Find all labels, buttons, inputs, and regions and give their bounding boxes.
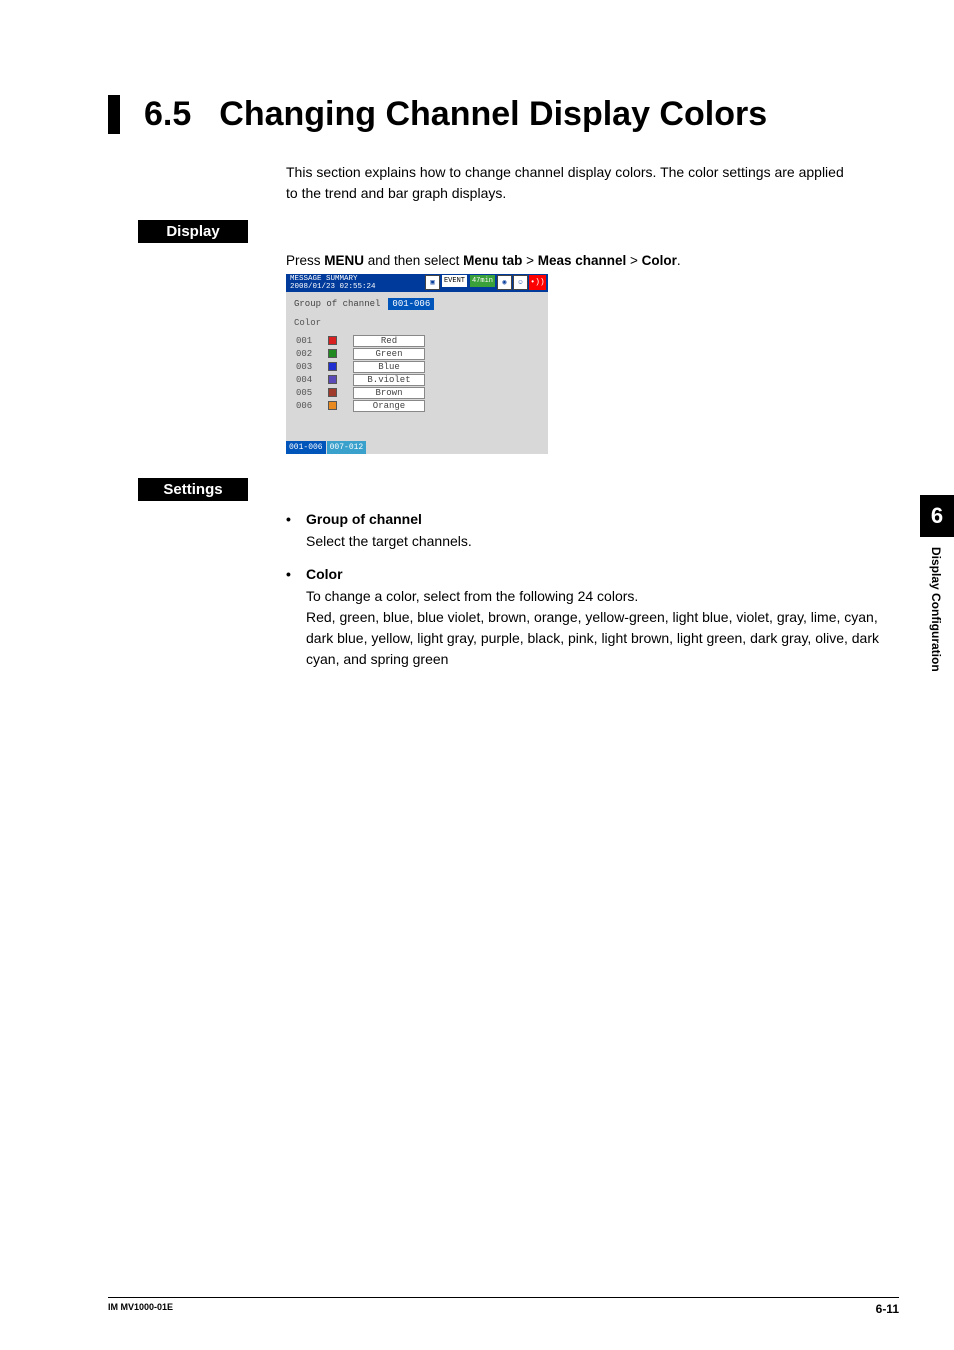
color-name: Orange xyxy=(353,400,425,412)
key-icon: ◉ xyxy=(497,275,512,290)
ss-ch: 005 xyxy=(296,388,320,398)
intro-text: This section explains how to change chan… xyxy=(286,162,846,204)
ss-ch: 006 xyxy=(296,401,320,411)
bullet-color-title: Color xyxy=(306,566,343,582)
display-label: Display xyxy=(138,220,248,243)
page-number: 6-11 xyxy=(876,1302,899,1316)
settings-label: Settings xyxy=(138,478,248,501)
ss-iconbar: ▣ EVENT 47min ◉ ☺ •)) xyxy=(425,275,546,290)
color-swatch xyxy=(328,362,337,371)
instr-color: Color xyxy=(642,253,677,268)
color-name: B.violet xyxy=(353,374,425,386)
instr-sep2: > xyxy=(626,253,641,268)
heading-bar xyxy=(108,95,120,134)
heading-title: Changing Channel Display Colors xyxy=(219,95,767,134)
color-name: Brown xyxy=(353,387,425,399)
ss-header-2: 2008/01/23 02:55:24 xyxy=(290,283,376,291)
device-screenshot: MESSAGE SUMMARY 2008/01/23 02:55:24 ▣ EV… xyxy=(286,274,548,454)
page-footer: IM MV1000-01E 6-11 xyxy=(108,1297,899,1316)
bullet-color: • Color xyxy=(286,566,899,582)
user-icon: ☺ xyxy=(513,275,528,290)
chapter-title: Display Configuration xyxy=(929,537,943,682)
ss-ch: 003 xyxy=(296,362,320,372)
ss-header-1: MESSAGE SUMMARY xyxy=(290,275,376,283)
color-line1: To change a color, select from the follo… xyxy=(306,586,899,607)
ss-ch: 004 xyxy=(296,375,320,385)
instr-suffix: . xyxy=(677,253,681,268)
color-name: Green xyxy=(353,348,425,360)
color-swatch xyxy=(328,336,337,345)
bullet-color-body: To change a color, select from the follo… xyxy=(306,586,899,670)
bullet-group-body: Select the target channels. xyxy=(306,531,899,552)
color-swatch xyxy=(328,401,337,410)
bullet-dot: • xyxy=(286,566,306,582)
ss-ch: 001 xyxy=(296,336,320,346)
ss-titlebar: MESSAGE SUMMARY 2008/01/23 02:55:24 ▣ EV… xyxy=(286,274,548,292)
time-pill: 47min xyxy=(470,275,495,287)
instr-sep1: > xyxy=(522,253,537,268)
color-name: Red xyxy=(353,335,425,347)
disk-icon: ▣ xyxy=(425,275,440,290)
ss-group-value: 001-006 xyxy=(388,298,434,310)
color-swatch xyxy=(328,349,337,358)
ss-color-label: Color xyxy=(286,316,548,330)
ss-tabs: 001-006007-012 xyxy=(286,441,367,454)
instr-menutab: Menu tab xyxy=(463,253,522,268)
instr-mid1: and then select xyxy=(364,253,463,268)
event-pill: EVENT xyxy=(442,275,467,287)
bullet-group-title: Group of channel xyxy=(306,511,422,527)
ss-rows: 001 Red 002 Green 003 Blue 004 B.violet 005 Brown… xyxy=(286,330,548,416)
color-swatch xyxy=(328,375,337,384)
ss-row: 006 Orange xyxy=(296,399,538,412)
ss-tab: 001-006 xyxy=(286,441,326,454)
ss-group-label: Group of channel xyxy=(294,299,380,309)
ss-row: 004 B.violet xyxy=(296,373,538,386)
instr-meas: Meas channel xyxy=(538,253,627,268)
section-heading: 6.5 Changing Channel Display Colors xyxy=(108,95,899,134)
heading-number: 6.5 xyxy=(144,95,191,134)
doc-id: IM MV1000-01E xyxy=(108,1302,173,1316)
color-name: Blue xyxy=(353,361,425,373)
bullet-group: • Group of channel xyxy=(286,511,899,527)
side-tab: 6 Display Configuration xyxy=(920,495,954,682)
ss-ch: 002 xyxy=(296,349,320,359)
bullet-dot: • xyxy=(286,511,306,527)
ss-tab: 007-012 xyxy=(327,441,367,454)
chapter-number: 6 xyxy=(920,495,954,537)
ss-row: 005 Brown xyxy=(296,386,538,399)
instr-menu: MENU xyxy=(324,253,364,268)
instr-prefix: Press xyxy=(286,253,324,268)
ss-row: 003 Blue xyxy=(296,360,538,373)
color-line2: Red, green, blue, blue violet, brown, or… xyxy=(306,607,899,670)
alarm-icon: •)) xyxy=(529,275,546,290)
instruction-line: Press MENU and then select Menu tab > Me… xyxy=(286,253,899,268)
ss-group-row: Group of channel 001-006 xyxy=(286,292,548,316)
ss-row: 001 Red xyxy=(296,334,538,347)
color-swatch xyxy=(328,388,337,397)
ss-row: 002 Green xyxy=(296,347,538,360)
